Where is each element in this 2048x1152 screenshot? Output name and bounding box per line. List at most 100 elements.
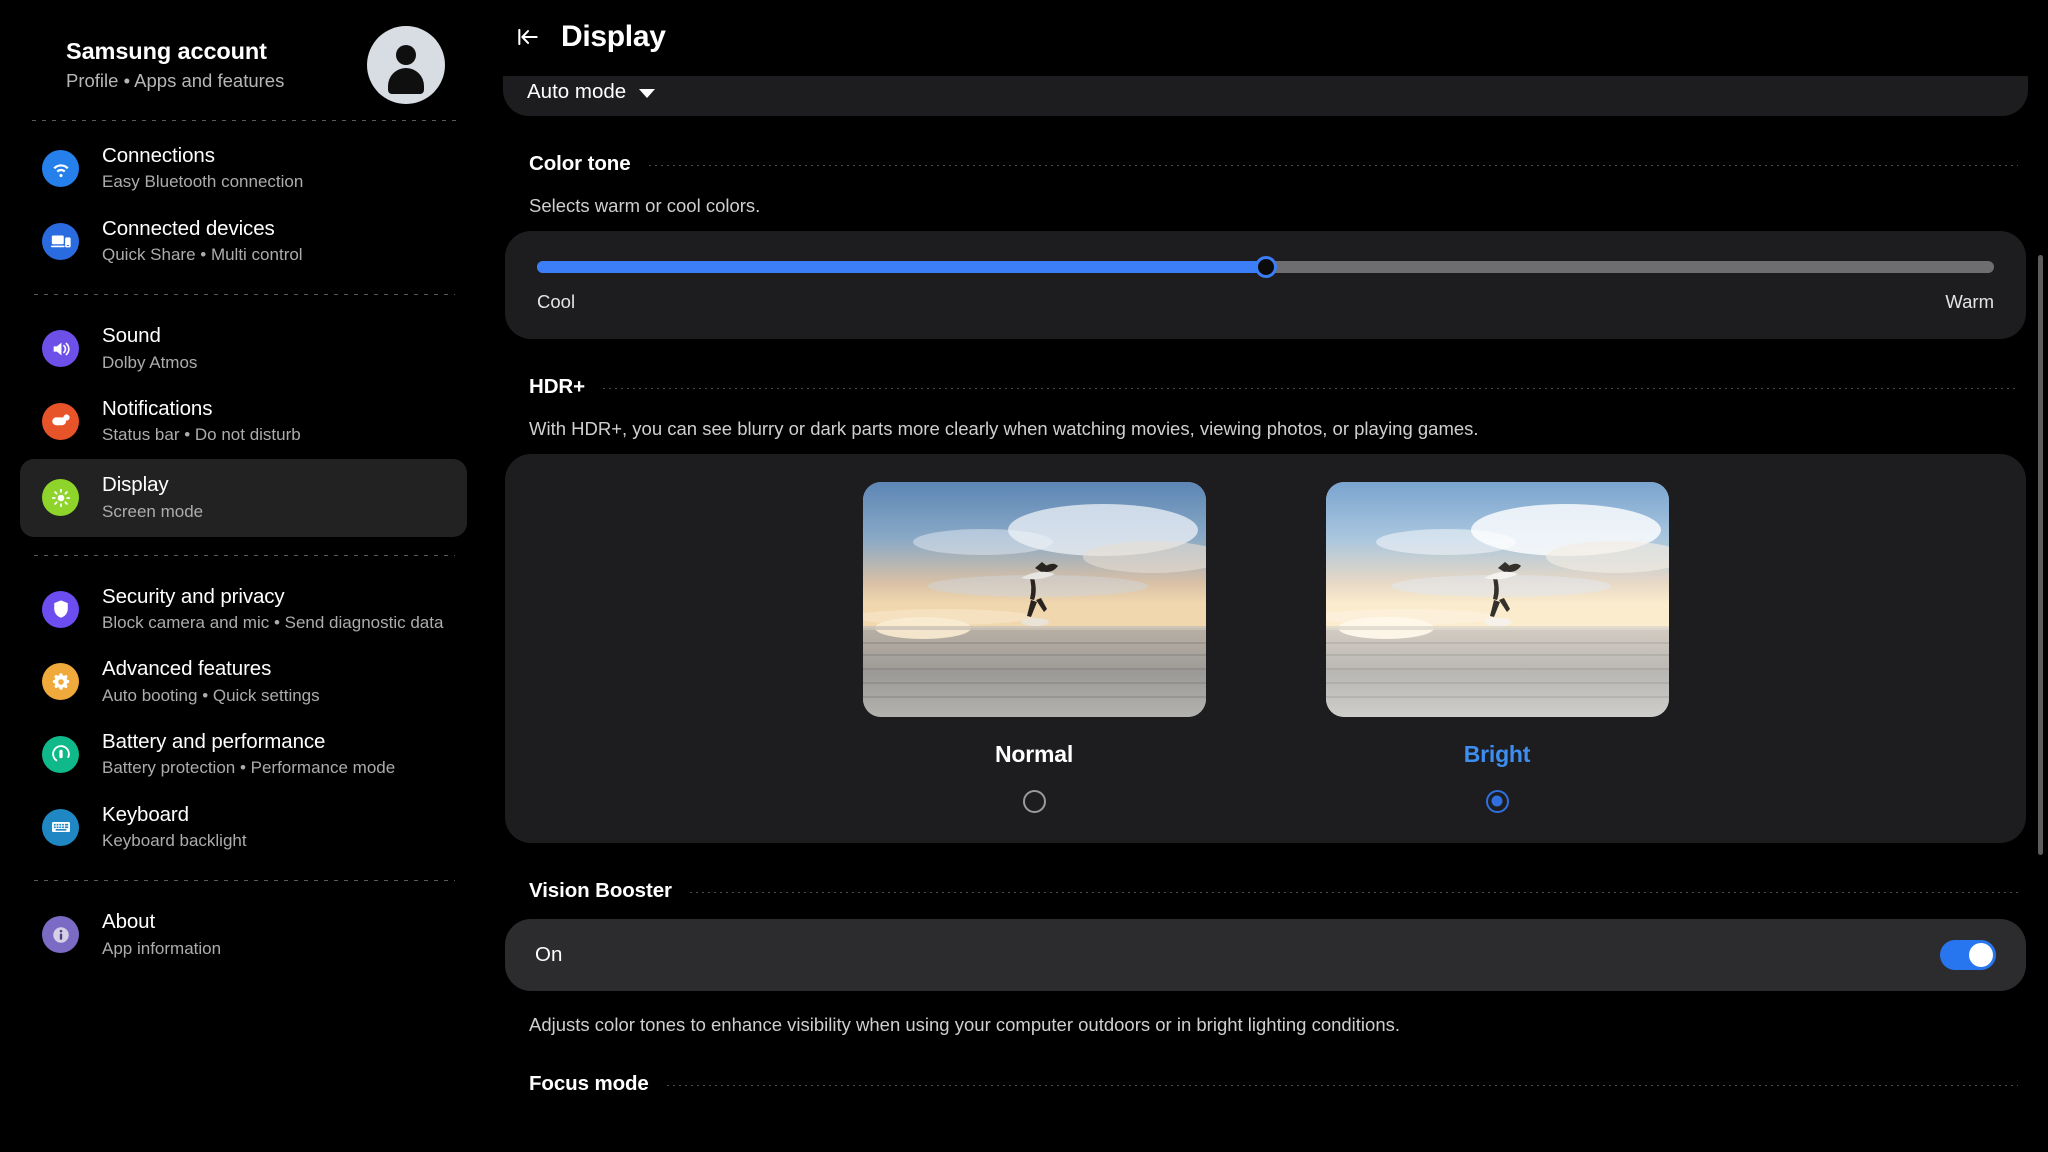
info-icon (42, 916, 79, 954)
color-tone-slider-fill (537, 260, 1266, 273)
sidebar-item-text: Display Screen mode (102, 472, 455, 523)
gear-star-icon (42, 663, 79, 701)
account-title: Samsung account (66, 38, 267, 65)
sidebar-item-notifications[interactable]: Notifications Status bar • Do not distur… (20, 386, 467, 457)
color-tone-slider-thumb[interactable] (1254, 255, 1277, 278)
hdr-option-label: Normal (994, 740, 1074, 767)
sidebar-item-label: About (102, 910, 156, 934)
sidebar-item-sublabel: Screen mode (102, 501, 204, 521)
color-tone-section-header: Color tone (503, 116, 2028, 178)
vision-booster-title: Vision Booster (529, 878, 672, 902)
sidebar-divider-4 (34, 880, 455, 882)
section-dotted-rule (603, 387, 2018, 389)
vision-booster-card[interactable]: On (505, 918, 2026, 991)
sidebar-item-text: Sound Dolby Atmos (102, 323, 455, 374)
sidebar-item-connections[interactable]: Connections Easy Bluetooth connection (20, 133, 467, 204)
sidebar-item-sound[interactable]: Sound Dolby Atmos (20, 313, 467, 384)
sidebar-divider-3 (34, 554, 455, 556)
speaker-icon (42, 330, 79, 368)
hdr-plus-options-card: Normal Bright (505, 453, 2026, 843)
hdr-option-label: Bright (1463, 740, 1531, 767)
sidebar-item-sublabel: Dolby Atmos (102, 352, 198, 372)
sidebar: Samsung account Profile • Apps and featu… (0, 0, 487, 1152)
display-settings-scroll-area: Auto mode Color tone Selects warm or coo… (487, 76, 2048, 1100)
person-avatar-icon[interactable] (367, 26, 445, 104)
slider-min-label: Cool (537, 290, 576, 312)
focus-mode-section-header: Focus mode (503, 1038, 2028, 1100)
color-tone-slider-card: Cool Warm (505, 230, 2026, 339)
sidebar-item-text: Security and privacy Block camera and mi… (102, 584, 455, 635)
section-dotted-rule (689, 891, 2018, 893)
sidebar-item-battery-and-performance[interactable]: Battery and performance Battery protecti… (20, 719, 467, 790)
sidebar-divider-1 (32, 120, 457, 121)
hdr-option-bright[interactable]: Bright (1325, 481, 1669, 813)
samsung-account-row[interactable]: Samsung account Profile • Apps and featu… (0, 22, 487, 108)
sidebar-item-sublabel: Easy Bluetooth connection (102, 172, 304, 192)
vision-booster-toggle[interactable] (1940, 939, 1996, 970)
toggle-knob (1969, 942, 1993, 967)
sidebar-item-text: Keyboard Keyboard backlight (102, 802, 455, 853)
shield-icon (42, 590, 79, 628)
focus-mode-title: Focus mode (529, 1071, 649, 1095)
hdr-plus-section-header: HDR+ (503, 339, 2028, 401)
battery-icon (42, 735, 79, 773)
sidebar-item-text: Connections Easy Bluetooth connection (102, 143, 455, 194)
sidebar-item-sublabel: Status bar • Do not disturb (102, 425, 301, 445)
sidebar-item-sublabel: Block camera and mic • Send diagnostic d… (102, 612, 444, 632)
section-dotted-rule (666, 1084, 2018, 1086)
sidebar-item-text: About App information (102, 909, 455, 960)
page-title: Display (561, 20, 666, 53)
sidebar-item-sublabel: Battery protection • Performance mode (102, 758, 396, 778)
collapse-back-icon[interactable] (511, 20, 545, 54)
devices-icon (42, 222, 79, 260)
hdr-plus-description: With HDR+, you can see blurry or dark pa… (529, 417, 1479, 439)
sidebar-divider-2 (34, 294, 455, 296)
sidebar-item-keyboard[interactable]: Keyboard Keyboard backlight (20, 792, 467, 863)
hdr-radio-normal[interactable] (1022, 789, 1046, 813)
sidebar-item-label: Advanced features (102, 657, 272, 681)
sidebar-item-label: Notifications (102, 397, 213, 421)
sidebar-item-text: Battery and performance Battery protecti… (102, 729, 455, 780)
beach-surfer-preview-image-normal[interactable] (862, 481, 1206, 717)
sidebar-item-display[interactable]: Display Screen mode (20, 458, 467, 537)
sidebar-item-about[interactable]: About App information (20, 899, 467, 970)
sidebar-item-text: Connected devices Quick Share • Multi co… (102, 216, 455, 267)
auto-mode-dropdown[interactable]: Auto mode (527, 80, 656, 104)
notification-icon (42, 402, 79, 440)
sidebar-item-connected-devices[interactable]: Connected devices Quick Share • Multi co… (20, 206, 467, 277)
auto-mode-label: Auto mode (527, 80, 627, 103)
color-tone-slider-labels: Cool Warm (537, 291, 1994, 313)
account-text: Samsung account Profile • Apps and featu… (66, 37, 367, 92)
wifi-icon (42, 149, 79, 187)
sidebar-item-security-and-privacy[interactable]: Security and privacy Block camera and mi… (20, 574, 467, 645)
slider-max-label: Warm (1945, 290, 1994, 312)
hdr-plus-title: HDR+ (529, 374, 585, 398)
color-tone-title: Color tone (529, 152, 631, 175)
vision-booster-section-header: Vision Booster (503, 843, 2028, 905)
sidebar-item-advanced-features[interactable]: Advanced features Auto booting • Quick s… (20, 646, 467, 717)
section-dotted-rule (648, 165, 2018, 166)
color-tone-slider[interactable] (537, 255, 1994, 278)
sidebar-item-label: Battery and performance (102, 730, 326, 754)
account-subtitle: Profile • Apps and features (66, 70, 285, 92)
hdr-option-normal[interactable]: Normal (862, 481, 1206, 813)
hdr-radio-bright[interactable] (1485, 789, 1509, 813)
main-header: Display (487, 0, 2048, 62)
sidebar-item-sublabel: Keyboard backlight (102, 830, 247, 850)
sidebar-item-label: Connections (102, 144, 215, 167)
main-scrollbar[interactable] (2038, 255, 2043, 855)
keyboard-icon (42, 808, 79, 846)
main-content: Display Auto mode Color tone Selects war… (487, 0, 2048, 1152)
vision-booster-description: Adjusts color tones to enhance visibilit… (529, 1013, 1401, 1035)
sidebar-item-label: Sound (102, 324, 161, 348)
sidebar-item-sublabel: App information (102, 938, 222, 958)
sidebar-item-label: Keyboard (102, 802, 189, 826)
sidebar-item-label: Security and privacy (102, 584, 285, 608)
sidebar-item-text: Advanced features Auto booting • Quick s… (102, 656, 455, 707)
color-tone-description: Selects warm or cool colors. (529, 195, 761, 216)
sidebar-item-sublabel: Auto booting • Quick settings (102, 685, 320, 705)
beach-surfer-preview-image-bright[interactable] (1325, 481, 1669, 717)
sidebar-item-sublabel: Quick Share • Multi control (102, 244, 303, 264)
sidebar-item-label: Display (102, 473, 169, 497)
vision-booster-state-label: On (535, 942, 563, 966)
